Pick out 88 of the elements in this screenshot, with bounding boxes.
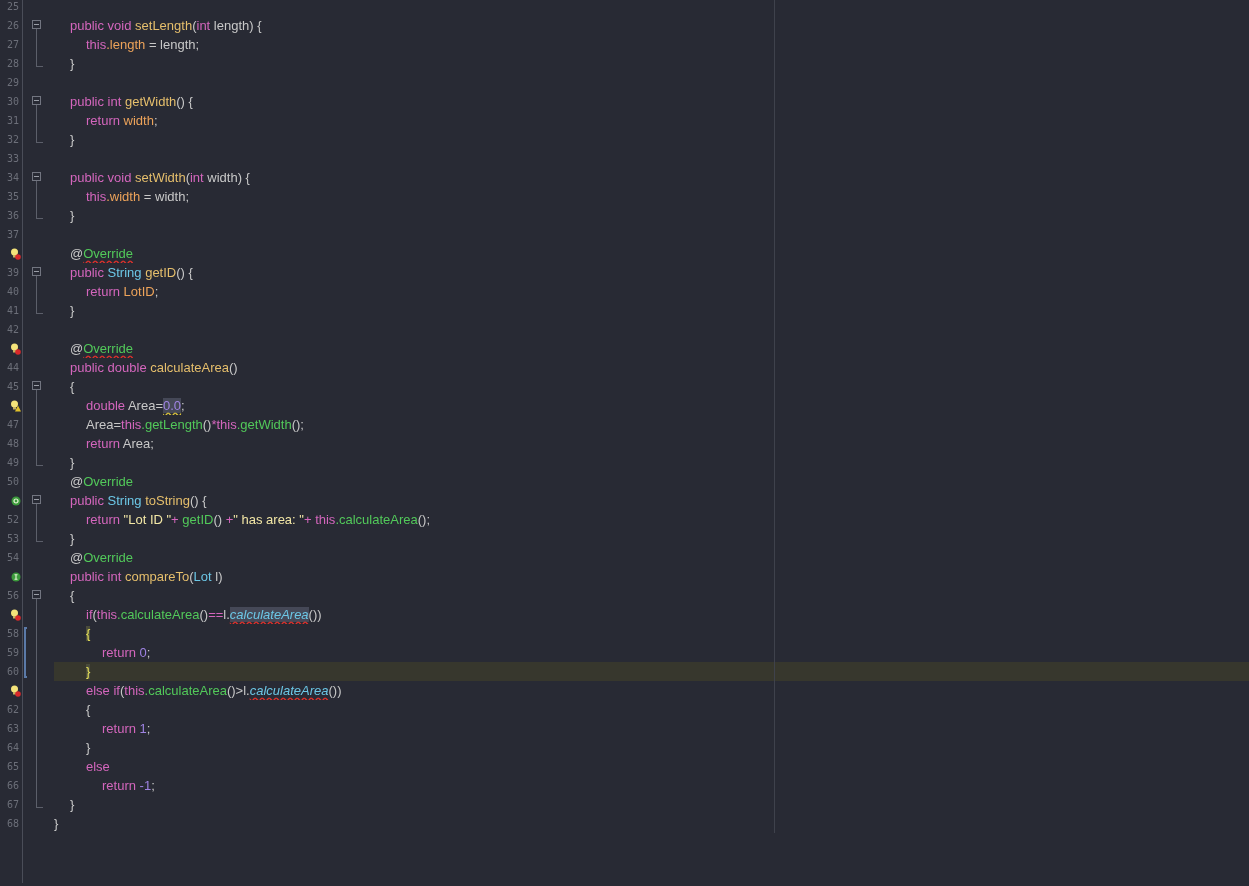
line-number: 27 <box>6 39 19 50</box>
code-line: } <box>69 208 75 223</box>
fold-icon[interactable] <box>32 267 41 276</box>
code-line: public void setWidth(int width) { <box>69 170 250 185</box>
code-line: public double calculateArea() <box>69 360 238 375</box>
line-number: 62 <box>6 704 19 715</box>
code-line: } <box>69 455 75 470</box>
line-number: 44 <box>6 362 19 373</box>
lightbulb-icon[interactable] <box>10 608 21 621</box>
code-line: } <box>54 816 59 831</box>
fold-icon[interactable] <box>32 20 41 29</box>
line-number: 50 <box>6 476 19 487</box>
code-line: return -1; <box>101 778 155 793</box>
line-number: 32 <box>6 134 19 145</box>
line-number: 36 <box>6 210 19 221</box>
fold-icon[interactable] <box>32 495 41 504</box>
line-number: 49 <box>6 457 19 468</box>
line-number: 67 <box>6 799 19 810</box>
code-line: return Area; <box>85 436 154 451</box>
code-line: { <box>85 702 91 717</box>
line-number: 66 <box>6 780 19 791</box>
code-line: } <box>69 797 75 812</box>
code-line: @Override <box>69 550 134 565</box>
line-number: 34 <box>6 172 19 183</box>
code-line: public int getWidth() { <box>69 94 193 109</box>
fold-icon[interactable] <box>32 381 41 390</box>
line-number: 42 <box>6 324 19 335</box>
code-line: } <box>69 303 75 318</box>
code-line: { <box>69 588 75 603</box>
code-line: public int compareTo(Lot l) <box>69 569 223 584</box>
code-line: return width; <box>85 113 158 128</box>
line-number: 52 <box>6 514 19 525</box>
code-line: } <box>85 740 91 755</box>
code-line: @Override <box>69 474 134 489</box>
code-line: public String getID() { <box>69 265 193 280</box>
line-number: 65 <box>6 761 19 772</box>
override-icon[interactable] <box>11 495 21 506</box>
code-line: { <box>69 379 75 394</box>
line-number: 41 <box>6 305 19 316</box>
line-number: 47 <box>6 419 19 430</box>
lightbulb-icon[interactable] <box>10 684 21 697</box>
line-number: 68 <box>6 818 19 829</box>
line-number: 45 <box>6 381 19 392</box>
lightbulb-icon[interactable] <box>10 342 21 355</box>
line-number: 39 <box>6 267 19 278</box>
line-number: 64 <box>6 742 19 753</box>
fold-icon[interactable] <box>32 172 41 181</box>
code-line: @Override <box>69 341 134 356</box>
code-line: Area=this.getLength()*this.getWidth(); <box>85 417 304 432</box>
line-number: 48 <box>6 438 19 449</box>
code-line: this.length = length; <box>85 37 200 52</box>
code-line: return "Lot ID "+ getID() +" has area: "+ this.calculateArea(); <box>85 512 431 527</box>
code-line: return LotID; <box>85 284 159 299</box>
code-line: return 1; <box>101 721 151 736</box>
line-number: 58 <box>6 628 19 639</box>
code-line: this.width = width; <box>85 189 189 204</box>
fold-icon[interactable] <box>32 590 41 599</box>
line-number: 37 <box>6 229 19 240</box>
line-number: 40 <box>6 286 19 297</box>
code-line: return 0; <box>101 645 151 660</box>
line-number: 28 <box>6 58 19 69</box>
line-number: 53 <box>6 533 19 544</box>
line-number: 31 <box>6 115 19 126</box>
code-line: if(this.calculateArea()==l.calculateArea()) <box>85 607 322 622</box>
line-number: 59 <box>6 647 19 658</box>
line-number: 25 <box>6 1 19 12</box>
implements-icon[interactable] <box>11 571 21 582</box>
code-line: else <box>85 759 110 774</box>
code-line: } <box>69 531 75 546</box>
code-line: } <box>69 56 75 71</box>
line-number: 33 <box>6 153 19 164</box>
code-line: @Override <box>69 246 134 261</box>
code-line: double Area=0.0; <box>85 398 185 413</box>
line-number: 26 <box>6 20 19 31</box>
line-number: 56 <box>6 590 19 601</box>
code-line: public void setLength(int length) { <box>69 18 262 33</box>
line-number: 30 <box>6 96 19 107</box>
lightbulb-icon[interactable] <box>10 247 21 260</box>
fold-icon[interactable] <box>32 96 41 105</box>
line-number: 60 <box>6 666 19 677</box>
line-number: 63 <box>6 723 19 734</box>
code-line: else if(this.calculateArea()>l.calculateArea()) <box>85 683 342 698</box>
line-number: 29 <box>6 77 19 88</box>
lightbulb-icon[interactable] <box>10 399 21 412</box>
line-number: 35 <box>6 191 19 202</box>
code-line: public String toString() { <box>69 493 207 508</box>
code-line: } <box>69 132 75 147</box>
line-number: 54 <box>6 552 19 563</box>
